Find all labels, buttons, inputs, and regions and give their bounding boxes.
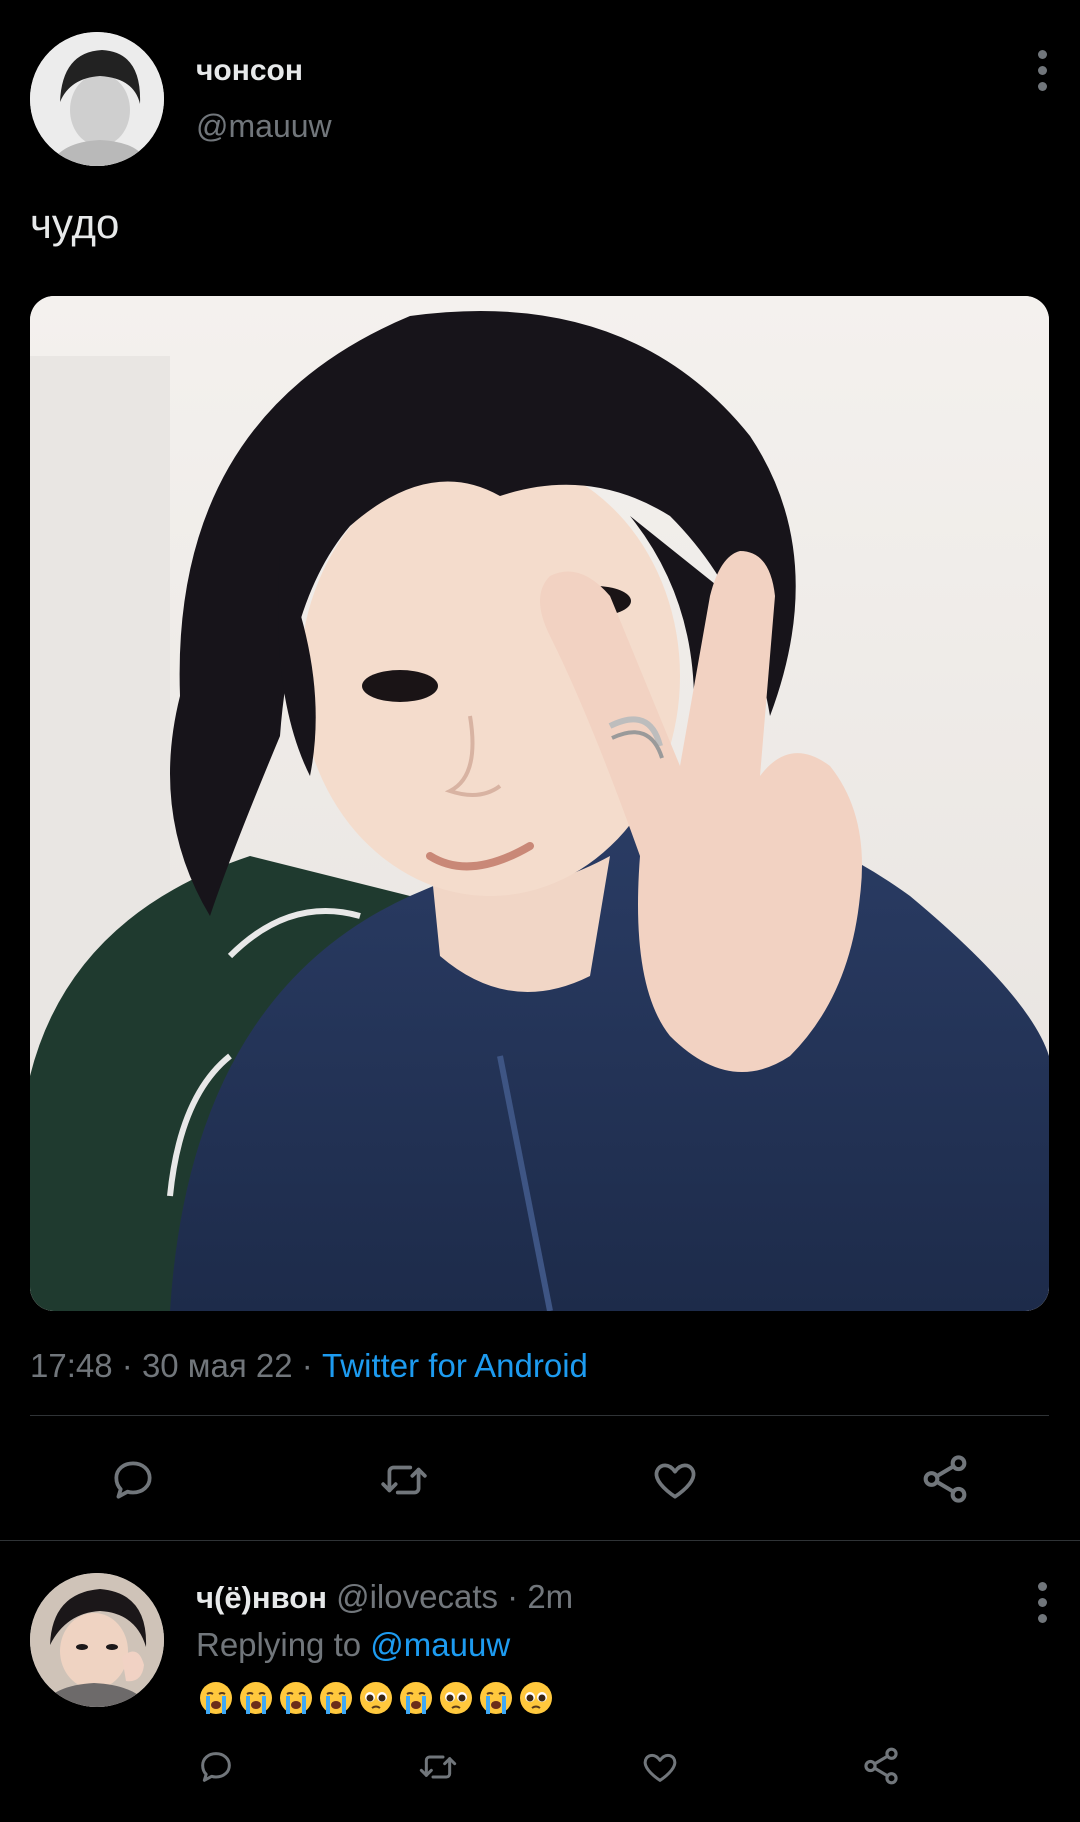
reply-author-display-name[interactable]: ч(ё)нвон: [196, 1580, 327, 1615]
author-display-name[interactable]: чонсон: [196, 54, 303, 88]
divider: [30, 1415, 1049, 1416]
divider: [0, 1540, 1080, 1541]
reply-reply-button[interactable]: [196, 1747, 236, 1787]
author-avatar[interactable]: [30, 32, 164, 166]
reply-button[interactable]: [108, 1455, 158, 1505]
reply-header: ч(ё)нвон @ilovecats · 2m: [196, 1578, 573, 1616]
meta-separator: ·: [301, 1347, 313, 1384]
tweet-date: 30 мая 22: [141, 1347, 293, 1384]
like-icon: [654, 1463, 696, 1499]
share-button[interactable]: [918, 1452, 972, 1506]
reply-share-button[interactable]: [860, 1745, 902, 1787]
like-button[interactable]: [650, 1455, 700, 1505]
pleading-face-icon: [360, 1682, 392, 1714]
retweet-icon: [419, 1755, 457, 1779]
loudly-crying-face-icon: [400, 1682, 432, 1714]
retweet-button[interactable]: [377, 1455, 431, 1505]
author-handle[interactable]: @mauuw: [196, 108, 332, 145]
loudly-crying-face-icon: [240, 1682, 272, 1714]
loudly-crying-face-icon: [320, 1682, 352, 1714]
retweet-icon: [381, 1465, 427, 1495]
loudly-crying-face-icon: [200, 1682, 232, 1714]
reply-like-button[interactable]: [640, 1747, 680, 1787]
share-icon: [864, 1747, 898, 1785]
reply-icon: [114, 1461, 152, 1499]
meta-separator: ·: [507, 1578, 519, 1615]
reply-time[interactable]: 2m: [527, 1578, 573, 1615]
tweet-photo[interactable]: [30, 296, 1049, 1311]
reply-author-avatar[interactable]: [30, 1573, 164, 1707]
replying-to: Replying to @mauuw: [196, 1626, 510, 1664]
meta-separator: ·: [121, 1347, 133, 1384]
tweet-text: чудо: [30, 200, 120, 247]
reply-retweet-button[interactable]: [416, 1747, 460, 1787]
reply-icon: [201, 1752, 231, 1782]
tweet-source-link[interactable]: Twitter for Android: [322, 1347, 588, 1384]
loudly-crying-face-icon: [280, 1682, 312, 1714]
pleading-face-icon: [440, 1682, 472, 1714]
pleading-face-icon: [520, 1682, 552, 1714]
tweet-meta: 17:48 · 30 мая 22 · Twitter for Android: [30, 1347, 588, 1385]
reply-author-handle[interactable]: @ilovecats: [336, 1578, 498, 1615]
more-options-icon[interactable]: [1032, 50, 1052, 91]
tweet-time: 17:48: [30, 1347, 113, 1384]
loudly-crying-face-icon: [480, 1682, 512, 1714]
reply-more-options-icon[interactable]: [1032, 1582, 1052, 1623]
reply-emoji-text: [198, 1680, 554, 1716]
replying-to-label: Replying to: [196, 1626, 362, 1663]
replying-to-handle[interactable]: @mauuw: [370, 1626, 510, 1663]
like-icon: [643, 1753, 677, 1782]
share-icon: [923, 1455, 967, 1503]
